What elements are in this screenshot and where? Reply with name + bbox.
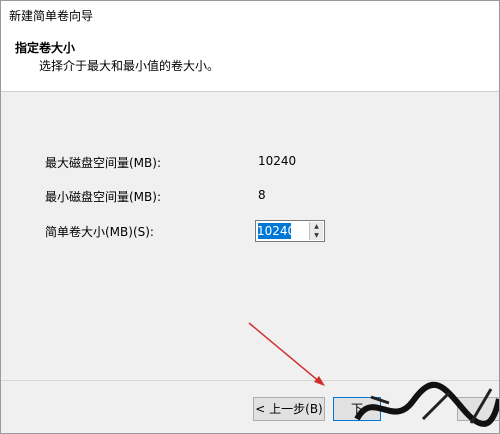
- volume-size-spinner[interactable]: ▲ ▼: [255, 220, 325, 242]
- next-button[interactable]: 下: [333, 397, 381, 421]
- wizard-window: 新建简单卷向导 指定卷大小 选择介于最大和最小值的卷大小。 最大磁盘空间量(MB…: [0, 0, 500, 434]
- cancel-button[interactable]: [457, 397, 499, 421]
- caret-down-icon[interactable]: ▼: [309, 231, 323, 240]
- caret-up-icon[interactable]: ▲: [309, 222, 323, 231]
- min-space-label: 最小磁盘空间量(MB):: [45, 190, 161, 204]
- volume-size-input[interactable]: [257, 222, 311, 240]
- max-space-label: 最大磁盘空间量(MB):: [45, 156, 161, 170]
- max-space-value: 10240: [258, 154, 297, 168]
- window-title: 新建简单卷向导: [9, 9, 94, 23]
- footer-divider: [1, 380, 499, 381]
- page-subtitle: 选择介于最大和最小值的卷大小。: [39, 59, 220, 73]
- page-title: 指定卷大小: [15, 41, 76, 55]
- title-bar: 新建简单卷向导: [1, 1, 499, 30]
- back-button[interactable]: < 上一步(B): [253, 397, 325, 421]
- min-space-value: 8: [258, 188, 266, 202]
- wizard-header: 指定卷大小 选择介于最大和最小值的卷大小。: [1, 29, 499, 92]
- volume-size-label: 简单卷大小(MB)(S):: [45, 225, 154, 239]
